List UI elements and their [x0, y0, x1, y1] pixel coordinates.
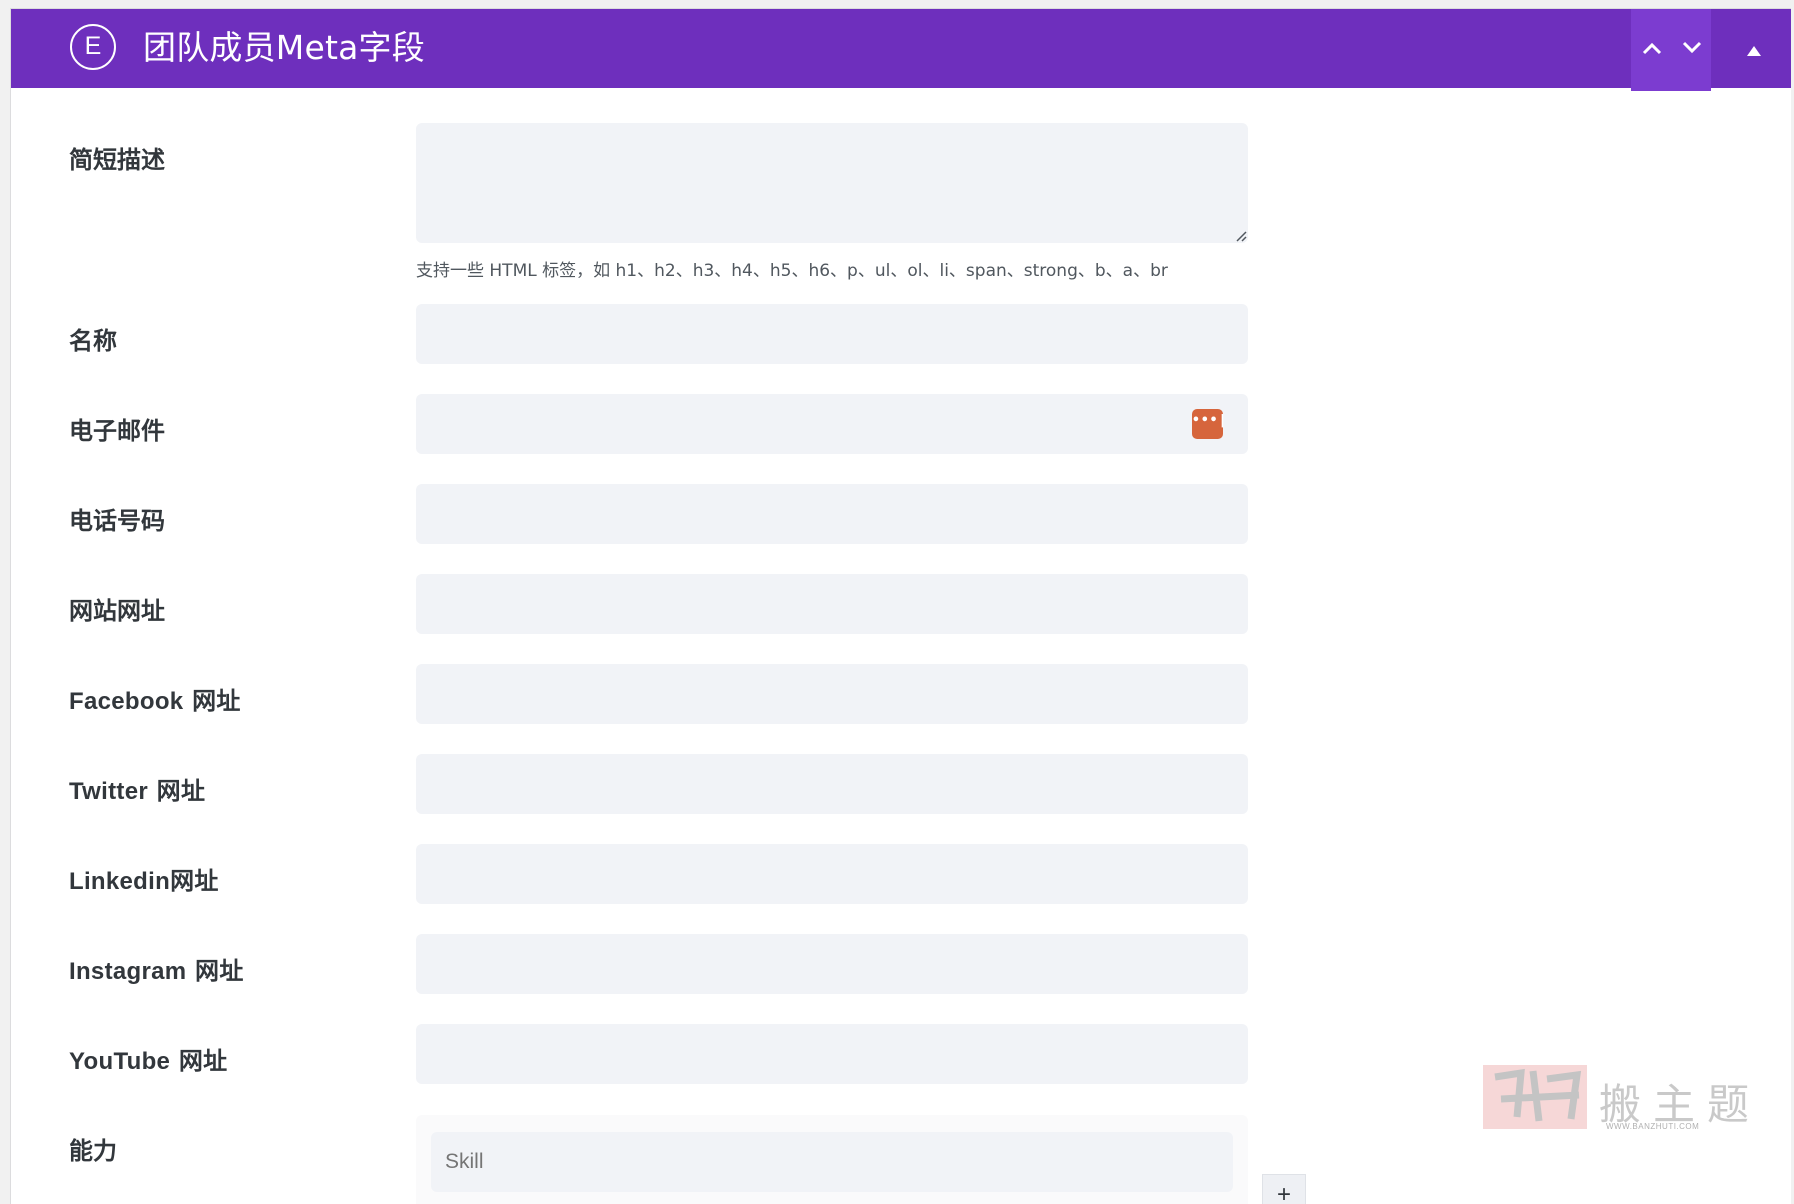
collapse-toggle-button[interactable] [1719, 9, 1789, 91]
name-input[interactable] [416, 304, 1248, 364]
team-member-meta-box: E 团队成员Meta字段 简短描述 支持一些 HTML 标签，如 h1、h2、h… [10, 8, 1791, 1204]
triangle-up-icon [1747, 46, 1761, 56]
youtube-url-input[interactable] [416, 1024, 1248, 1084]
chevron-down-icon [1682, 41, 1702, 54]
order-buttons [1631, 9, 1711, 91]
website-label: 网站网址 [69, 597, 165, 625]
instagram-label-text: Instagram [69, 958, 187, 985]
twitter-label-suffix: 网址 [148, 777, 206, 805]
youtube-label-text: YouTube [69, 1048, 171, 1075]
phone-label: 电话号码 [69, 507, 165, 535]
move-down-button[interactable] [1671, 9, 1711, 91]
move-up-button[interactable] [1631, 9, 1671, 91]
twitter-label-text: Twitter [69, 778, 148, 805]
short-description-label: 简短描述 [69, 146, 165, 174]
linkedin-label: Linkedin网址 [69, 866, 219, 897]
meta-box-header[interactable]: E 团队成员Meta字段 [11, 9, 1791, 91]
password-manager-icon[interactable]: •••| [1192, 409, 1228, 439]
skills-repeater [416, 1115, 1248, 1204]
instagram-url-input[interactable] [416, 934, 1248, 994]
facebook-label-text: Facebook [69, 688, 184, 715]
facebook-label-suffix: 网址 [183, 687, 241, 715]
add-skill-button[interactable]: + [1262, 1174, 1306, 1204]
facebook-label: Facebook 网址 [69, 686, 241, 717]
linkedin-label-suffix: 网址 [170, 867, 219, 895]
youtube-label-suffix: 网址 [170, 1047, 228, 1075]
twitter-label: Twitter 网址 [69, 776, 205, 807]
watermark-seal-icon [1483, 1065, 1587, 1129]
email-input[interactable] [416, 394, 1248, 454]
short-description-textarea[interactable] [416, 123, 1248, 243]
website-input[interactable] [416, 574, 1248, 634]
youtube-label: YouTube 网址 [69, 1046, 227, 1077]
chevron-up-icon [1642, 42, 1662, 55]
name-label: 名称 [69, 327, 117, 355]
linkedin-url-input[interactable] [416, 844, 1248, 904]
email-label: 电子邮件 [69, 417, 165, 445]
twitter-url-input[interactable] [416, 754, 1248, 814]
elementor-logo-icon: E [70, 24, 116, 70]
instagram-label: Instagram 网址 [69, 956, 244, 987]
watermark-url: WWW.BANZHUTI.COM [1606, 1122, 1700, 1131]
password-manager-glyph: •••| [1192, 413, 1228, 428]
instagram-label-suffix: 网址 [186, 957, 244, 985]
skills-label: 能力 [69, 1137, 117, 1165]
skill-input[interactable] [431, 1132, 1233, 1192]
html-tags-hint: 支持一些 HTML 标签，如 h1、h2、h3、h4、h5、h6、p、ul、ol… [416, 261, 1168, 281]
facebook-url-input[interactable] [416, 664, 1248, 724]
linkedin-label-text: Linkedin [69, 868, 171, 895]
meta-box-title: 团队成员Meta字段 [143, 28, 425, 67]
phone-input[interactable] [416, 484, 1248, 544]
resize-handle-icon[interactable] [1235, 230, 1247, 242]
